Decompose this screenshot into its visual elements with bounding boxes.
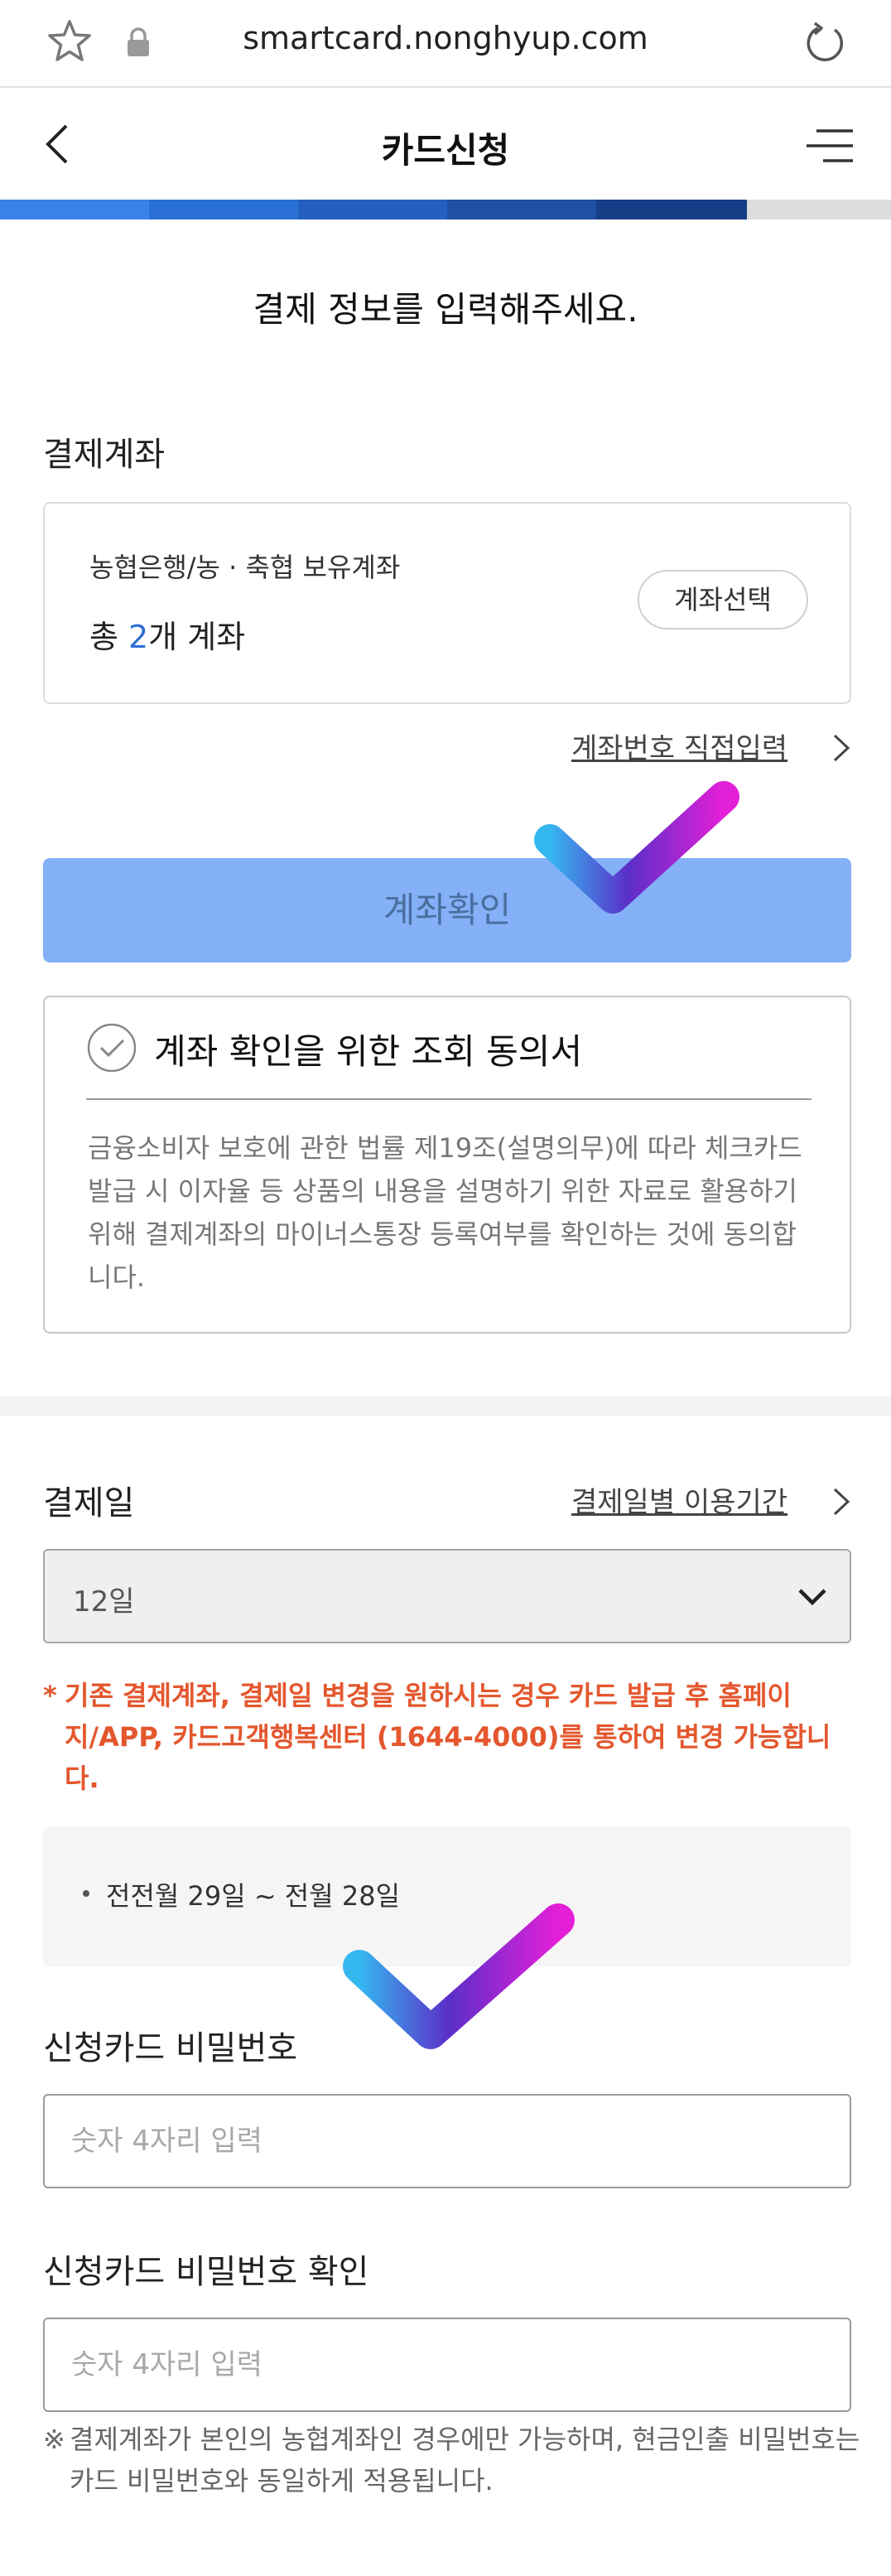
- checkmark-overlay-icon: [534, 781, 739, 914]
- progress-step-1: [0, 200, 149, 219]
- card-password-confirm-label: 신청카드 비밀번호 확인: [43, 2253, 369, 2291]
- page-heading: 결제 정보를 입력해주세요.: [253, 289, 638, 330]
- step-progress-bar: [0, 200, 891, 219]
- note-text: 결제계좌가 본인의 농협계좌인 경우에만 가능하며, 현금인출 비밀번호는 카드…: [70, 2424, 860, 2496]
- account-section-label: 결제계좌: [43, 436, 166, 474]
- payment-change-warning: * 기존 결제계좌, 결제일 변경을 원하시는 경우 카드 발급 후 홈페이지/…: [43, 1675, 855, 1799]
- account-total-prefix: 총: [89, 619, 129, 655]
- note-mark: ※: [43, 2424, 65, 2455]
- direct-input-link[interactable]: 계좌번호 직접입력: [571, 726, 787, 766]
- reload-icon[interactable]: [800, 18, 850, 68]
- card-password-label: 신청카드 비밀번호: [43, 2029, 298, 2067]
- progress-step-4: [447, 200, 596, 219]
- warning-text: 기존 결제계좌, 결제일 변경을 원하시는 경우 카드 발급 후 홈페이지/AP…: [65, 1680, 831, 1794]
- account-card: 농협은행/농 · 축협 보유계좌 총 2개 계좌 계좌선택: [43, 502, 851, 704]
- progress-step-3: [298, 200, 447, 219]
- payment-day-select[interactable]: 12일: [43, 1549, 851, 1643]
- app-header: 카드신청: [0, 89, 891, 197]
- chevron-right-icon[interactable]: [831, 1486, 851, 1517]
- account-source-label: 농협은행/농 · 축협 보유계좌: [89, 552, 401, 583]
- consent-title: 계좌 확인을 위한 조회 동의서: [154, 1031, 583, 1072]
- bullet: [83, 1890, 89, 1897]
- consent-body: 금융소비자 보호에 관한 법률 제19조(설명의무)에 따라 체크카드 발급 시…: [88, 1132, 802, 1293]
- progress-step-2: [149, 200, 298, 219]
- check-circle-icon[interactable]: [86, 1022, 137, 1073]
- progress-step-5: [596, 200, 747, 219]
- account-total-suffix: 개 계좌: [148, 619, 246, 655]
- menu-icon[interactable]: [805, 128, 855, 164]
- browser-address-bar: smartcard.nonghyup.com: [0, 0, 891, 88]
- card-password-confirm-input[interactable]: [43, 2318, 851, 2412]
- account-count: 2: [128, 619, 149, 655]
- page-title: 카드신청: [381, 130, 510, 171]
- chevron-right-icon[interactable]: [831, 732, 851, 764]
- divider: [86, 1098, 812, 1100]
- payment-day-label: 결제일: [43, 1484, 135, 1522]
- section-divider: [0, 1397, 891, 1416]
- chevron-down-icon: [798, 1589, 826, 1606]
- usage-period-link[interactable]: 결제일별 이용기간: [571, 1479, 787, 1520]
- card-password-input[interactable]: [43, 2094, 851, 2188]
- account-select-button[interactable]: 계좌선택: [638, 570, 808, 630]
- consent-box: 계좌 확인을 위한 조회 동의서 금융소비자 보호에 관한 법률 제19조(설명…: [43, 996, 851, 1334]
- account-total: 총 2개 계좌: [89, 611, 245, 657]
- warning-asterisk: *: [43, 1680, 57, 1711]
- password-note: ※ 결제계좌가 본인의 농협계좌인 경우에만 가능하며, 현금인출 비밀번호는 …: [43, 2419, 863, 2501]
- payment-day-value: 12일: [73, 1585, 135, 1618]
- checkmark-overlay-icon: [343, 1903, 575, 2049]
- progress-remaining: [747, 200, 891, 219]
- url-text[interactable]: smartcard.nonghyup.com: [0, 20, 891, 56]
